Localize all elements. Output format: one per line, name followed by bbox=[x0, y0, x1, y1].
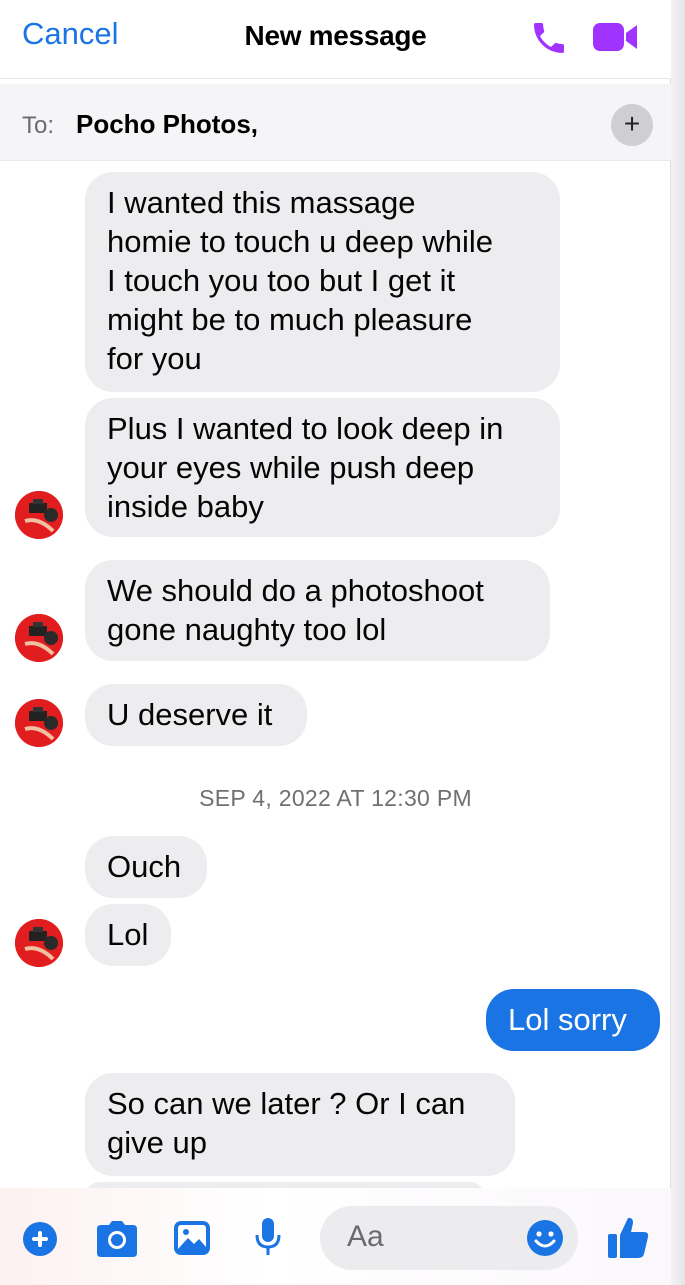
thumbs-up-icon[interactable] bbox=[606, 1214, 650, 1260]
emoji-icon[interactable] bbox=[525, 1218, 565, 1258]
page-title: New message bbox=[244, 20, 427, 51]
my-message-bubble[interactable]: Lol sorry bbox=[486, 989, 660, 1051]
avatar[interactable] bbox=[15, 699, 63, 747]
message-input-placeholder: Aa bbox=[347, 1220, 384, 1253]
phone-icon[interactable] bbox=[529, 18, 569, 58]
message-bubble[interactable]: We should do a photoshoot gone naughty t… bbox=[85, 560, 550, 661]
recipient-bar: To: Pocho Photos, bbox=[0, 84, 671, 161]
to-label: To: bbox=[22, 112, 55, 139]
video-camera-icon[interactable] bbox=[592, 20, 640, 54]
message-bubble[interactable]: I wanted this massage homie to touch u d… bbox=[85, 172, 560, 392]
avatar[interactable] bbox=[15, 614, 63, 662]
header-bar: Cancel New message bbox=[0, 0, 671, 79]
message-bubble[interactable]: Ouch bbox=[85, 836, 207, 898]
message-bubble[interactable]: U deserve it bbox=[85, 684, 307, 746]
add-recipient-button[interactable]: + bbox=[611, 104, 653, 146]
window-edge bbox=[670, 0, 685, 1285]
recipient-name[interactable]: Pocho Photos, bbox=[76, 109, 258, 140]
avatar[interactable] bbox=[15, 919, 63, 967]
plus-circle-icon[interactable] bbox=[22, 1221, 58, 1257]
message-bubble[interactable]: So can we later ? Or I can give up bbox=[85, 1073, 515, 1176]
microphone-icon[interactable] bbox=[253, 1216, 283, 1258]
photo-icon[interactable] bbox=[172, 1219, 212, 1257]
camera-icon[interactable] bbox=[95, 1219, 139, 1259]
plus-icon: + bbox=[623, 108, 641, 139]
avatar[interactable] bbox=[15, 491, 63, 539]
message-bubble[interactable]: Plus I wanted to look deep in your eyes … bbox=[85, 398, 560, 537]
timestamp: SEP 4, 2022 AT 12:30 PM bbox=[199, 785, 472, 811]
message-bubble[interactable]: Lol bbox=[85, 904, 171, 966]
